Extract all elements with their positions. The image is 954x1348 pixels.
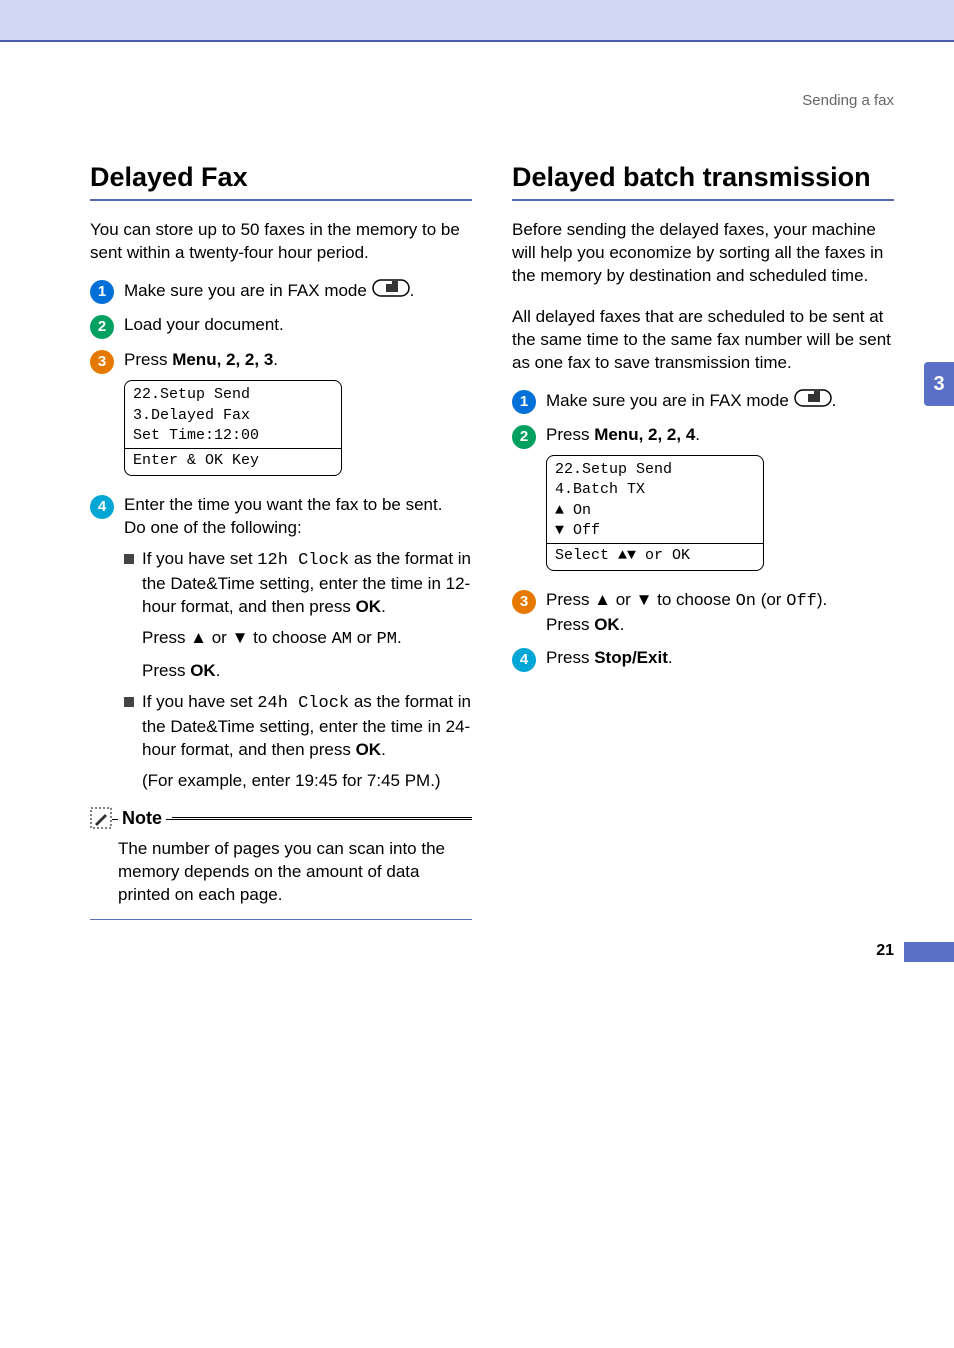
- lcd-line: Select ▲▼ or OK: [555, 546, 755, 566]
- bullet-2-p2: (For example, enter 19:45 for 7:45 PM.): [142, 770, 472, 793]
- step3-pre: Press: [124, 350, 172, 369]
- bullet-1: If you have set 12h Clock as the format …: [142, 548, 472, 619]
- bullet-1-p2: Press ▲ or ▼ to choose AM or PM.: [142, 627, 472, 652]
- step-3: 3 Press Menu, 2, 2, 3. 22.Setup Send 3.D…: [90, 349, 472, 484]
- note-pencil-icon: [90, 807, 112, 829]
- step-r3-pre: Press ▲ or ▼ to choose: [546, 590, 736, 609]
- lcd-line: Set Time:12:00: [133, 426, 333, 446]
- step-2: 2 Load your document.: [90, 314, 472, 339]
- step-badge-3: 3: [512, 590, 536, 614]
- bullet-1-p3: Press OK.: [142, 660, 472, 683]
- menu-key: Menu: [594, 425, 638, 444]
- intro-text: You can store up to 50 faxes in the memo…: [90, 219, 472, 265]
- step-r2: 2 Press Menu, 2, 2, 4. 22.Setup Send 4.B…: [512, 424, 894, 579]
- lcd-line: ▼ Off: [555, 521, 755, 541]
- step3-seq: , 2, 2, 3: [217, 350, 274, 369]
- right-column: Delayed batch transmission Before sendin…: [512, 159, 894, 920]
- left-column: Delayed Fax You can store up to 50 faxes…: [90, 159, 472, 920]
- lcd-display-1: 22.Setup Send 3.Delayed Fax Set Time:12:…: [124, 380, 342, 476]
- step-r4-pre: Press: [546, 648, 594, 667]
- lcd-line: 22.Setup Send: [555, 460, 755, 480]
- section-title-batch: Delayed batch transmission: [512, 159, 894, 201]
- note-body: The number of pages you can scan into th…: [118, 838, 472, 907]
- step-r3-post: ).: [817, 590, 827, 609]
- page-number: 21: [876, 942, 894, 960]
- step-r3-mid: (or: [756, 590, 786, 609]
- lcd-line: ▲ On: [555, 501, 755, 521]
- menu-key: Menu: [172, 350, 216, 369]
- step-r2-seq: , 2, 2, 4: [639, 425, 696, 444]
- bullet-square-icon: [124, 554, 134, 564]
- lcd-line: 22.Setup Send: [133, 385, 333, 405]
- breadcrumb: Sending a fax: [90, 92, 894, 109]
- step-r3-b-pre: Press: [546, 615, 594, 634]
- page-number-bar: [904, 942, 954, 962]
- step-4: 4 Enter the time you want the fax to be …: [90, 494, 472, 800]
- bullet-square-icon: [124, 697, 134, 707]
- step-badge-4: 4: [90, 495, 114, 519]
- step2-text: Load your document.: [124, 314, 472, 337]
- chapter-tab: 3: [924, 362, 954, 406]
- step-badge-4: 4: [512, 648, 536, 672]
- bullet-2: If you have set 24h Clock as the format …: [142, 691, 472, 762]
- step4-text-a: Enter the time you want the fax to be se…: [124, 494, 472, 517]
- step4-text-b: Do one of the following:: [124, 517, 472, 540]
- step-badge-3: 3: [90, 350, 114, 374]
- stop-exit-key: Stop/Exit: [594, 648, 668, 667]
- note-box: Note The number of pages you can scan in…: [90, 819, 472, 920]
- code-on: On: [736, 592, 756, 611]
- step-1: 1 Make sure you are in FAX mode .: [90, 279, 472, 304]
- ok-key: OK: [594, 615, 620, 634]
- step-r2-pre: Press: [546, 425, 594, 444]
- step-r1-text: Make sure you are in FAX mode: [546, 391, 794, 410]
- step-badge-2: 2: [512, 425, 536, 449]
- step-badge-2: 2: [90, 315, 114, 339]
- lcd-display-2: 22.Setup Send 4.Batch TX ▲ On ▼ Off Sele…: [546, 455, 764, 571]
- intro-text-r2: All delayed faxes that are scheduled to …: [512, 306, 894, 375]
- page-content: Sending a fax 3 Delayed Fax You can stor…: [0, 42, 954, 980]
- step-r3: 3 Press ▲ or ▼ to choose On (or Off). Pr…: [512, 589, 894, 637]
- step1-text: Make sure you are in FAX mode: [124, 281, 372, 300]
- fax-mode-icon: [794, 389, 832, 414]
- section-title-delayed-fax: Delayed Fax: [90, 159, 472, 201]
- step-r4: 4 Press Stop/Exit.: [512, 647, 894, 672]
- lcd-line: 4.Batch TX: [555, 480, 755, 500]
- code-off: Off: [786, 592, 817, 611]
- fax-mode-icon: [372, 279, 410, 304]
- step-r1: 1 Make sure you are in FAX mode .: [512, 389, 894, 414]
- lcd-line: 3.Delayed Fax: [133, 406, 333, 426]
- note-label: Note: [118, 806, 166, 830]
- header-bar: [0, 0, 954, 42]
- intro-text-r1: Before sending the delayed faxes, your m…: [512, 219, 894, 288]
- lcd-line: Enter & OK Key: [133, 451, 333, 471]
- step-badge-1: 1: [90, 280, 114, 304]
- step-badge-1: 1: [512, 390, 536, 414]
